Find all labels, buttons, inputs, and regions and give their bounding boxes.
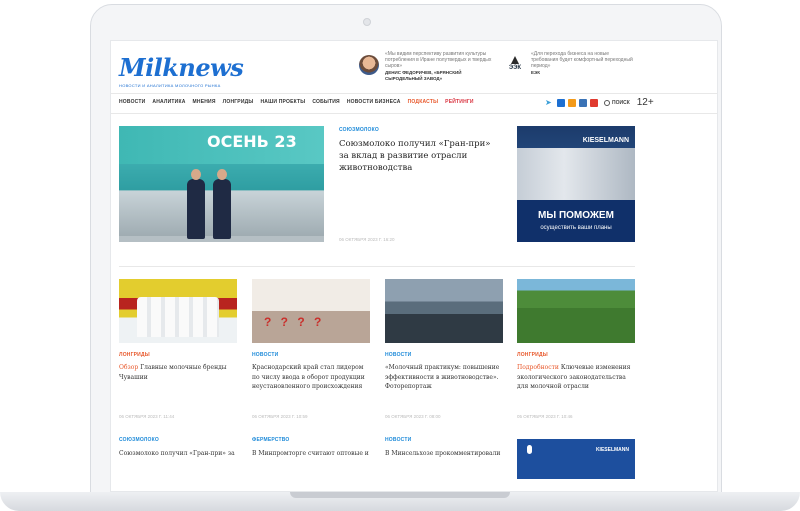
logo-wordmark: Milknews bbox=[119, 53, 244, 82]
header-quote-1[interactable]: «Мы видим перспективу развития культуры … bbox=[359, 51, 499, 81]
logo-tagline: новости и аналитика молочного рынка bbox=[119, 83, 221, 88]
featured-category[interactable]: СОЮЗМОЛОКО bbox=[339, 127, 379, 133]
news-card[interactable]: ЛОНГРИДЫ Обзор Главные молочные бренды Ч… bbox=[119, 279, 237, 419]
news-card[interactable]: ЛОНГРИДЫ Подробности Ключевые изменения … bbox=[517, 279, 635, 419]
card-date: 05 ОКТЯБРЯ 2023 Г. 10:46 bbox=[517, 414, 573, 419]
divider bbox=[111, 113, 717, 114]
card-image bbox=[119, 279, 237, 343]
laptop-notch bbox=[290, 492, 510, 498]
quote-text: «Для перехода бизнеса на новые требовани… bbox=[531, 51, 633, 69]
nav-item-business-news[interactable]: НОВОСТИ БИЗНЕСА bbox=[347, 99, 401, 105]
featured-image[interactable]: ОСЕНЬ 23 bbox=[119, 126, 324, 242]
card-title: Обзор Главные молочные бренды Чувашии bbox=[119, 363, 237, 382]
divider bbox=[119, 266, 635, 267]
card-date: 06 ОКТЯБРЯ 2023 Г. 10:59 bbox=[252, 414, 308, 419]
age-rating: 12+ bbox=[636, 97, 654, 108]
odnoklassniki-icon[interactable] bbox=[568, 98, 576, 107]
nav-item-opinions[interactable]: МНЕНИЯ bbox=[193, 99, 216, 105]
nav-item-podcasts[interactable]: ПОДКАСТЫ bbox=[408, 99, 439, 105]
nav-item-ratings[interactable]: РЕЙТИНГИ bbox=[445, 99, 474, 105]
microphone-icon bbox=[527, 445, 532, 454]
card-category: ФЕРМЕРСТВО bbox=[252, 437, 290, 443]
nav-item-longreads[interactable]: ЛОНГРИДЫ bbox=[223, 99, 254, 105]
card-image bbox=[517, 279, 635, 343]
card-date: 06 ОКТЯБРЯ 2023 Г. 11:44 bbox=[119, 414, 175, 419]
news-card[interactable]: ФЕРМЕРСТВО В Минпромторге считают оптовы… bbox=[252, 437, 370, 459]
featured-title[interactable]: Союзмолоко получил «Гран-при» за вклад в… bbox=[339, 138, 499, 174]
card-image bbox=[252, 279, 370, 343]
search-button[interactable]: ПОИСК bbox=[604, 99, 630, 106]
card-title: «Молочный практикум: повышение эффективн… bbox=[385, 364, 500, 390]
header-quote-2[interactable]: ЭЭК «Для перехода бизнеса на новые требо… bbox=[505, 51, 635, 76]
card-title: Краснодарский край стал лидером по числу… bbox=[252, 364, 365, 390]
ad-banner[interactable]: KIESELMANN МЫ ПОМОЖЕМ осуществить ваши п… bbox=[517, 126, 635, 242]
avatar bbox=[359, 55, 379, 75]
search-icon bbox=[604, 99, 610, 106]
news-card[interactable]: СОЮЗМОЛОКО Союзмолоко получил «Гран-при»… bbox=[119, 437, 237, 459]
eek-logo-icon: ЭЭК bbox=[505, 55, 525, 75]
vk-icon[interactable] bbox=[579, 98, 587, 107]
main-nav: НОВОСТИ АНАЛИТИКА МНЕНИЯ ЛОНГРИДЫ НАШИ П… bbox=[119, 99, 474, 105]
browser-viewport: Milknews новости и аналитика молочного р… bbox=[110, 40, 718, 492]
person bbox=[187, 169, 205, 239]
social-links: ➤ ПОИСК 12+ bbox=[545, 97, 654, 108]
card-title: Союзмолоко получил «Гран-при» за bbox=[119, 450, 235, 457]
nav-item-events[interactable]: СОБЫТИЯ bbox=[312, 99, 340, 105]
ad-brand: KIESELMANN bbox=[582, 137, 629, 144]
site-logo[interactable]: Milknews новости и аналитика молочного р… bbox=[119, 53, 244, 88]
card-accent: Обзор bbox=[119, 364, 139, 371]
news-card[interactable]: НОВОСТИ «Молочный практикум: повышение э… bbox=[385, 279, 503, 419]
featured-date: 06 ОКТЯБРЯ 2023 Г. 16:20 bbox=[339, 237, 395, 242]
laptop-frame: Milknews новости и аналитика молочного р… bbox=[0, 0, 800, 511]
nav-item-projects[interactable]: НАШИ ПРОЕКТЫ bbox=[260, 99, 305, 105]
card-category: ЛОНГРИДЫ bbox=[517, 352, 548, 358]
card-category: НОВОСТИ bbox=[252, 352, 279, 358]
search-label: ПОИСК bbox=[612, 99, 630, 106]
card-category: НОВОСТИ bbox=[385, 352, 412, 358]
quote-author: ДЕНИС ФЕДОРИЧЕВ, «БРЯНСКИЙ СЫРОДЕЛЬНЫЙ З… bbox=[385, 70, 462, 81]
event-banner-text: ОСЕНЬ 23 bbox=[207, 132, 297, 151]
ad-photo bbox=[517, 148, 635, 200]
card-title: В Минсельхозе прокомментировали bbox=[385, 450, 501, 457]
quote-author: ЕЭК bbox=[531, 70, 540, 75]
card-date: 06 ОКТЯБРЯ 2023 Г. 08:00 bbox=[385, 414, 441, 419]
news-card[interactable]: НОВОСТИ В Минсельхозе прокомментировали bbox=[385, 437, 503, 459]
quote-text: «Мы видим перспективу развития культуры … bbox=[385, 51, 492, 69]
ad-headline: МЫ ПОМОЖЕМ bbox=[538, 210, 614, 221]
plus-icon[interactable] bbox=[557, 98, 565, 107]
card-accent: Подробности bbox=[517, 364, 559, 371]
news-card[interactable]: НОВОСТИ Краснодарский край стал лидером … bbox=[252, 279, 370, 419]
person bbox=[213, 169, 231, 239]
camera-icon bbox=[363, 18, 371, 26]
ad-brand: KIESELMANN bbox=[595, 447, 629, 453]
ad-banner-small[interactable]: KIESELMANN bbox=[517, 439, 635, 479]
card-title: Подробности Ключевые изменения экологиче… bbox=[517, 363, 635, 392]
nav-item-analytics[interactable]: АНАЛИТИКА bbox=[152, 99, 185, 105]
card-image bbox=[385, 279, 503, 343]
ad-subline: осуществить ваши планы bbox=[540, 225, 612, 231]
youtube-icon[interactable] bbox=[590, 98, 598, 107]
telegram-icon[interactable]: ➤ bbox=[545, 98, 554, 107]
nav-item-news[interactable]: НОВОСТИ bbox=[119, 99, 145, 105]
card-category: ЛОНГРИДЫ bbox=[119, 352, 150, 358]
card-category: НОВОСТИ bbox=[385, 437, 412, 443]
divider bbox=[111, 93, 717, 94]
card-title: В Минпромторге считают оптовые и bbox=[252, 450, 369, 457]
card-category: СОЮЗМОЛОКО bbox=[119, 437, 159, 443]
